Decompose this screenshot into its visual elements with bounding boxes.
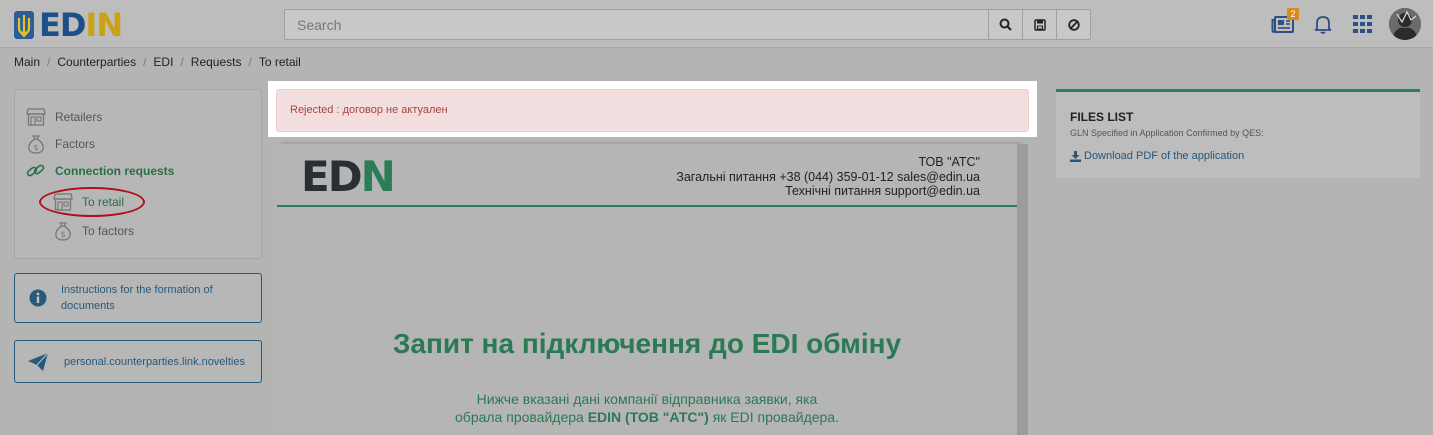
apps-button[interactable] bbox=[1343, 8, 1383, 40]
breadcrumb-separator: / bbox=[47, 55, 51, 69]
download-pdf-link[interactable]: Download PDF of the application bbox=[1070, 150, 1406, 162]
document-logo: ED N bbox=[301, 152, 396, 201]
sidebar-item-retailers[interactable]: Retailers bbox=[25, 107, 102, 127]
sidebar-menu: Retailers $ Factors Connection requests … bbox=[14, 89, 262, 259]
search-bar bbox=[284, 9, 1091, 40]
grid-icon bbox=[1353, 15, 1372, 33]
breadcrumb: Main / Counterparties / EDI / Requests / To … bbox=[14, 55, 301, 69]
novelties-label: personal.counterparties.link.novelties bbox=[64, 355, 245, 368]
breadcrumb-item-counterparties[interactable]: Counterparties bbox=[57, 55, 136, 69]
document-logo-left: ED bbox=[301, 152, 363, 201]
subtitle-pre: обрала провайдера bbox=[455, 409, 588, 425]
store-icon bbox=[25, 107, 47, 127]
avatar[interactable] bbox=[1389, 8, 1421, 40]
instructions-label: Instructions for the formation of docume… bbox=[61, 284, 213, 312]
breadcrumb-item-to-retail: To retail bbox=[258, 55, 301, 69]
document-subtitle-line1: Нижче вказані дані компанії відправника … bbox=[476, 391, 818, 407]
money-bag-icon: $ bbox=[25, 134, 47, 154]
novelties-button[interactable]: personal.counterparties.link.novelties bbox=[14, 340, 262, 383]
sidebar-item-label: Retailers bbox=[55, 110, 103, 124]
link-icon bbox=[25, 161, 47, 181]
edin-logo[interactable]: ED IN bbox=[13, 6, 123, 44]
user-avatar-icon bbox=[1389, 8, 1421, 40]
document-subtitle: Нижче вказані дані компанії відправника … bbox=[277, 390, 1017, 426]
subtitle-post: як EDI провайдера. bbox=[708, 409, 839, 425]
document-subtitle-line2: обрала провайдера EDIN (ТОВ "АТС") як ED… bbox=[277, 408, 1017, 426]
download-icon bbox=[1070, 150, 1081, 162]
floppy-disk-icon bbox=[1033, 18, 1046, 31]
sidebar-item-to-retail[interactable]: To retail bbox=[52, 192, 124, 212]
document-contact-tech: Технічні питання support@edin.ua bbox=[785, 184, 980, 198]
trident-icon bbox=[14, 11, 34, 39]
header-actions: 2 bbox=[1263, 8, 1421, 40]
breadcrumb-item-main[interactable]: Main bbox=[14, 55, 40, 69]
news-button[interactable]: 2 bbox=[1263, 8, 1303, 40]
sidebar-item-factors[interactable]: $ Factors bbox=[25, 134, 95, 154]
application-document-preview: ED N ТОВ "АТС" Загальні питання +38 (044… bbox=[277, 144, 1017, 435]
alert-text: Rejected : договор не актуален bbox=[290, 104, 448, 116]
sidebar-item-connection-requests[interactable]: Connection requests bbox=[25, 161, 174, 181]
save-search-button[interactable] bbox=[1022, 10, 1056, 39]
document-contacts: ТОВ "АТС" Загальні питання +38 (044) 359… bbox=[676, 155, 980, 199]
breadcrumb-separator: / bbox=[143, 55, 147, 69]
bell-icon bbox=[1314, 16, 1332, 34]
store-icon bbox=[52, 192, 74, 212]
top-bar: ED IN 2 bbox=[0, 0, 1433, 48]
sidebar-item-label: To retail bbox=[82, 195, 125, 209]
paper-plane-icon bbox=[15, 352, 61, 372]
logo-text-right: IN bbox=[85, 6, 123, 44]
breadcrumb-item-requests[interactable]: Requests bbox=[191, 55, 242, 69]
ban-icon bbox=[1067, 18, 1080, 31]
download-pdf-label: Download PDF of the application bbox=[1084, 150, 1245, 162]
clear-search-button[interactable] bbox=[1056, 10, 1090, 39]
alert-highlight: Rejected : договор не актуален bbox=[268, 81, 1037, 137]
files-list-subtitle: GLN Specified in Application Confirmed b… bbox=[1070, 128, 1264, 138]
document-company: ТОВ "АТС" bbox=[918, 155, 980, 169]
rejection-alert: Rejected : договор не актуален bbox=[276, 89, 1029, 132]
svg-text:$: $ bbox=[33, 143, 38, 152]
sidebar-item-label: Factors bbox=[55, 137, 96, 151]
sidebar-item-label: To factors bbox=[82, 224, 135, 238]
news-badge: 2 bbox=[1287, 8, 1299, 20]
sidebar-item-label: Connection requests bbox=[55, 164, 175, 178]
logo-text-left: ED bbox=[39, 6, 86, 44]
breadcrumb-separator: / bbox=[248, 55, 252, 69]
document-logo-right: N bbox=[360, 152, 396, 201]
document-scrollbar[interactable] bbox=[1017, 144, 1028, 435]
search-icon bbox=[999, 18, 1012, 31]
instructions-button[interactable]: Instructions for the formation of docume… bbox=[14, 273, 262, 323]
svg-text:$: $ bbox=[60, 230, 65, 239]
files-list-title: FILES LIST bbox=[1070, 110, 1134, 124]
search-input[interactable] bbox=[285, 10, 988, 39]
money-bag-icon: $ bbox=[52, 221, 74, 241]
notifications-button[interactable] bbox=[1303, 8, 1343, 40]
subtitle-bold: EDIN (ТОВ "АТС") bbox=[587, 409, 709, 425]
breadcrumb-separator: / bbox=[180, 55, 184, 69]
breadcrumb-item-edi[interactable]: EDI bbox=[153, 55, 173, 69]
info-icon bbox=[15, 289, 61, 307]
document-contact-general: Загальні питання +38 (044) 359-01-12 sal… bbox=[676, 169, 980, 184]
sidebar-item-to-factors[interactable]: $ To factors bbox=[52, 221, 134, 241]
files-list-panel: FILES LIST GLN Specified in Application … bbox=[1056, 89, 1420, 178]
document-title: Запит на підключення до EDI обміну bbox=[392, 328, 902, 359]
document-header: ED N ТОВ "АТС" Загальні питання +38 (044… bbox=[277, 144, 1017, 207]
search-button[interactable] bbox=[988, 10, 1022, 39]
